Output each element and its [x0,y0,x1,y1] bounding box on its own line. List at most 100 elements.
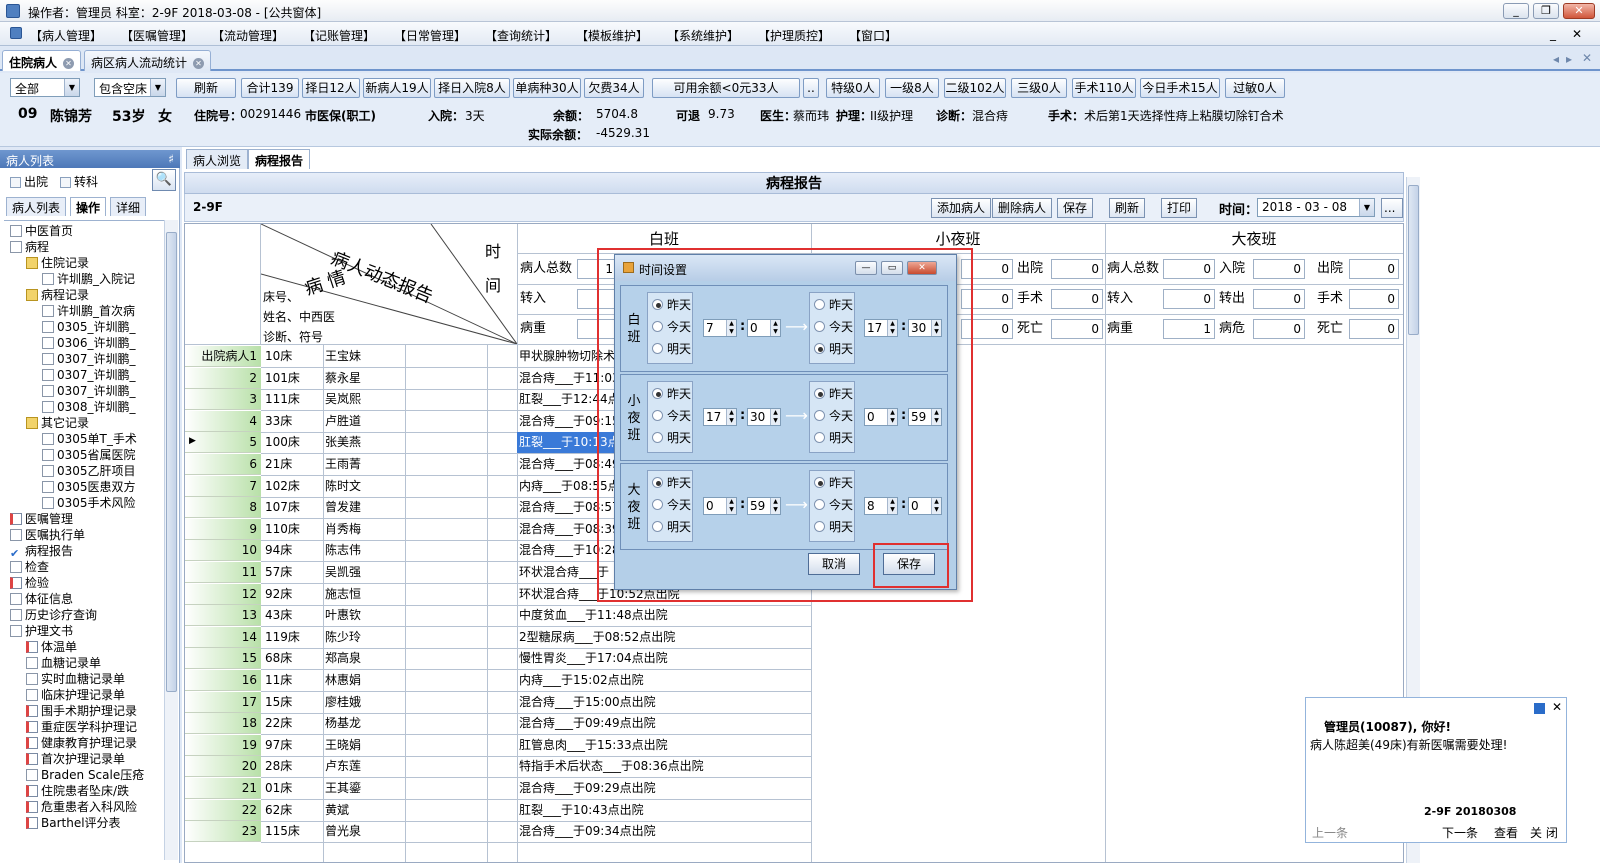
name-cell[interactable]: 王晓娟 [323,735,403,756]
night-total-value[interactable]: 0 [1163,259,1215,279]
bed-cell[interactable]: 94床 [263,540,323,561]
scope-select[interactable]: 全部 ▼ [10,78,80,97]
name-cell[interactable]: 曾光泉 [323,821,403,842]
menu-billing[interactable]: 【记账管理】 [303,27,375,44]
name-cell[interactable]: 陈少玲 [323,627,403,648]
scroll-thumb[interactable] [166,232,177,692]
tree-item[interactable]: 0306_许圳鹏_ [42,335,136,351]
diagnosis-cell[interactable]: 混合痔___于09:34点出院 [517,821,811,842]
menu-flow[interactable]: 【流动管理】 [212,27,284,44]
bed-cell[interactable]: 11床 [263,670,323,691]
menu-daily[interactable]: 【日常管理】 [394,27,466,44]
level3-button[interactable]: 三级0人 [1011,78,1067,98]
tree-item[interactable]: 护理文书 [10,623,73,639]
save-button[interactable]: 保存 [1057,198,1094,218]
print-button[interactable]: 打印 [1161,198,1198,218]
minimize-button[interactable]: _ [1503,3,1529,19]
tree-item[interactable]: 危重患者入科风险 [26,799,137,815]
row-header[interactable]: 12 [185,583,261,605]
night-severe-value[interactable]: 1 [1163,319,1215,339]
today-surgery-button[interactable]: 今日手术15人 [1140,78,1220,98]
search-icon[interactable]: 🔍 [152,169,176,191]
more-button[interactable]: ... [1381,198,1403,218]
row-header[interactable]: 6 [185,454,261,475]
tab-scroll-right-icon[interactable]: ▸ [1566,52,1572,66]
menu-patient[interactable]: 【病人管理】 [30,27,102,44]
row-header[interactable]: 4 [185,410,261,432]
row-header[interactable]: 17 [185,691,261,713]
name-cell[interactable]: 叶惠钦 [323,605,403,626]
tree-item[interactable]: 医嘱执行单 [10,527,85,543]
tree-item[interactable]: 住院记录 [26,255,89,271]
bed-cell[interactable]: 01床 [263,778,323,799]
tree-item[interactable]: 许圳鹏_首次病 [42,303,135,319]
pin-icon[interactable]: ♯ [168,152,174,166]
arrears-button[interactable]: 欠费34人 [584,78,644,98]
tab-progress-report[interactable]: 病程报告 [248,149,311,169]
name-cell[interactable]: 王雨菁 [323,454,403,475]
bed-cell[interactable]: 119床 [263,627,323,648]
menu-orders[interactable]: 【医嘱管理】 [121,27,193,44]
menu-close[interactable]: ✕ [1572,27,1582,41]
bed-cell[interactable]: 15床 [263,692,323,713]
close-icon[interactable]: ✕ [63,58,75,69]
diagnosis-cell[interactable]: 肛管息肉___于15:33点出院 [517,735,811,756]
total-button[interactable]: 合计139 [241,78,299,98]
row-header[interactable]: 2 [185,367,261,389]
bed-cell[interactable]: 101床 [263,368,323,389]
tab-close-icon[interactable]: ✕ [1582,51,1592,65]
bed-cell[interactable]: 28床 [263,756,323,777]
bed-cell[interactable]: 43床 [263,605,323,626]
menu-minimize[interactable]: _ [1550,27,1556,41]
diagnosis-cell[interactable]: 混合痔___于09:29点出院 [517,778,811,799]
name-cell[interactable]: 吴岚熙 [323,389,403,410]
negative-balance-button[interactable]: 可用余额<0元33人 [652,78,800,98]
tree-item[interactable]: 0305乙肝项目 [42,463,136,479]
tab-ward-flow-stats[interactable]: 病区病人流动统计 ✕ [84,50,212,71]
scroll-thumb[interactable] [1408,185,1419,335]
row-header[interactable]: 19 [185,734,261,756]
night-transfer-in-value[interactable]: 0 [1163,289,1215,309]
notify-next-link[interactable]: 下一条 [1442,824,1478,841]
bed-cell[interactable]: 10床 [263,346,323,367]
name-cell[interactable]: 卢东莲 [323,756,403,777]
bed-cell[interactable]: 107床 [263,497,323,518]
tab-patient-list[interactable]: 病人列表 [6,197,67,216]
tab-operations[interactable]: 操作 [70,197,107,216]
diagnosis-cell[interactable]: 内痔___于15:02点出院 [517,670,811,691]
tree-item[interactable]: 0305单T_手术 [42,431,137,447]
name-cell[interactable]: 蔡永星 [323,368,403,389]
refresh-button[interactable]: 刷新 [1109,198,1146,218]
single-disease-button[interactable]: 单病种30人 [513,78,581,98]
bed-cell[interactable]: 100床 [263,432,323,453]
tree-item[interactable]: 体征信息 [10,591,73,607]
special-care-button[interactable]: 特级0人 [826,78,880,98]
bed-cell[interactable]: 57床 [263,562,323,583]
menu-nursing-qc[interactable]: 【护理质控】 [758,27,830,44]
row-header[interactable]: 16 [185,670,261,691]
diagnosis-cell[interactable]: 混合痔___于15:00点出院 [517,692,811,713]
night-out-value[interactable]: 0 [1349,259,1399,279]
row-header[interactable]: 出院病人1 [185,346,261,367]
row-header[interactable]: 13 [185,605,261,627]
name-cell[interactable]: 黄斌 [323,800,403,821]
row-header[interactable]: 11 [185,562,261,583]
evening-out-value[interactable]: 0 [1051,259,1103,279]
bed-cell[interactable]: 115床 [263,821,323,842]
tree-item[interactable]: 病程 [10,239,49,255]
tree-item[interactable]: 临床护理记录单 [26,687,125,703]
tree-item[interactable]: 0308_许圳鹏_ [42,399,136,415]
allergy-button[interactable]: 过敏0人 [1225,78,1285,98]
menu-system[interactable]: 【系统维护】 [667,27,739,44]
row-header[interactable]: 23 [185,821,261,843]
tree-item[interactable]: 其它记录 [26,415,89,431]
tree-item[interactable]: 0305省属医院 [42,447,136,463]
bed-cell[interactable]: 102床 [263,476,323,497]
notify-prev-link[interactable]: 上一条 [1312,824,1348,841]
diagnosis-cell[interactable]: 慢性胃炎___于17:04点出院 [517,648,811,669]
chevron-down-icon[interactable]: ▼ [1359,199,1374,216]
night-death-value[interactable]: 0 [1349,319,1399,339]
chevron-down-icon[interactable]: ▼ [64,79,79,96]
new-patient-button[interactable]: 新病人19人 [363,78,431,98]
tree-item[interactable]: 健康教育护理记录 [26,735,137,751]
